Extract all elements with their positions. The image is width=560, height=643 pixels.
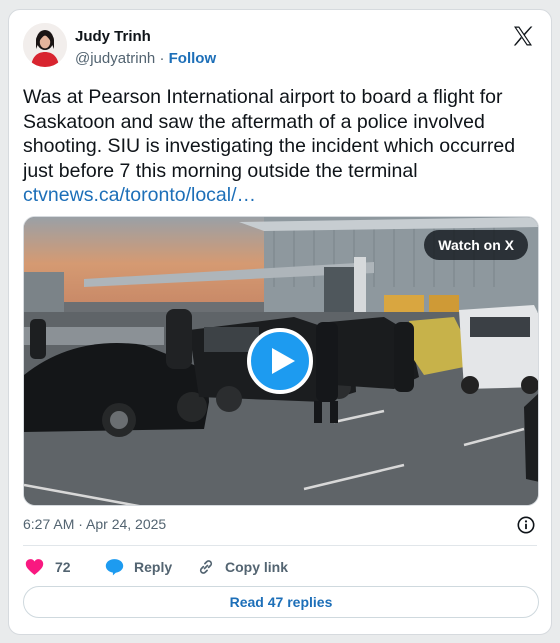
read-replies-button[interactable]: Read 47 replies	[23, 586, 539, 618]
info-icon[interactable]	[517, 516, 535, 534]
separator: ·	[159, 50, 165, 67]
copy-link-button[interactable]: Copy link	[197, 556, 297, 578]
link-icon	[199, 560, 213, 574]
article-link[interactable]: ctvnews.ca/toronto/local/…	[23, 184, 256, 206]
copy-link-label: Copy link	[225, 559, 289, 575]
reply-label: Reply	[134, 559, 173, 575]
avatar[interactable]	[23, 23, 67, 67]
divider	[23, 545, 537, 546]
like-button[interactable]: 72	[25, 556, 85, 578]
heart-icon	[25, 559, 44, 575]
play-button[interactable]	[247, 328, 313, 394]
author-name[interactable]: Judy Trinh	[75, 28, 151, 45]
tweet-card: Judy Trinh @judyatrinh · Follow Was at P…	[8, 9, 552, 635]
handle-row: @judyatrinh · Follow	[75, 50, 216, 67]
like-count: 72	[55, 559, 71, 575]
follow-button[interactable]: Follow	[169, 50, 217, 67]
video-player[interactable]: Watch on X	[23, 216, 539, 506]
reply-bubble-icon	[105, 559, 124, 576]
play-icon	[272, 348, 295, 374]
tweet-text: Was at Pearson International airport to …	[23, 85, 538, 208]
reply-button[interactable]: Reply	[105, 556, 185, 578]
tweet-timestamp[interactable]: 6:27 AM · Apr 24, 2025	[23, 516, 166, 532]
watch-on-x-button[interactable]: Watch on X	[424, 230, 528, 260]
author-handle[interactable]: @judyatrinh	[75, 50, 155, 67]
x-logo-icon[interactable]	[511, 24, 535, 48]
tweet-body: Was at Pearson International airport to …	[23, 86, 516, 182]
